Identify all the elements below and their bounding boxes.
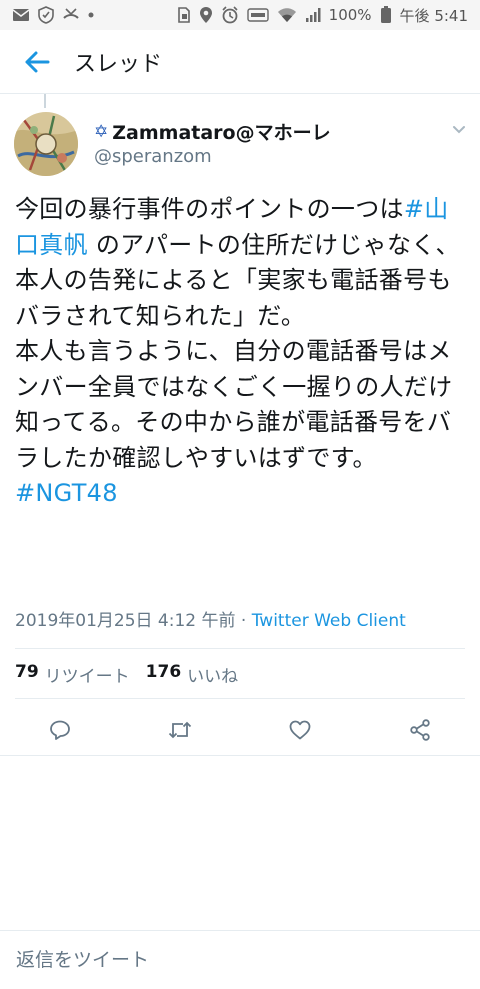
author-handle[interactable]: @speranzom <box>94 146 212 167</box>
chevron-down-icon <box>453 126 465 134</box>
star-of-david-icon: ✡ <box>94 121 109 142</box>
author-name-row[interactable]: ✡ Zammataro@マホーレ <box>94 118 331 145</box>
divider <box>15 648 465 649</box>
reply-button[interactable] <box>46 716 74 744</box>
clock: 午後 5:41 <box>399 6 468 25</box>
retweets-label: リツイート <box>44 667 130 687</box>
tweet-menu-button[interactable] <box>450 120 468 142</box>
app-header: スレッド <box>0 30 480 94</box>
reply-icon <box>50 720 70 740</box>
thread-connector <box>44 94 46 108</box>
reply-input[interactable] <box>14 931 458 989</box>
retweet-icon <box>168 721 192 739</box>
battery-icon <box>380 6 392 24</box>
status-left <box>12 6 94 24</box>
dot-icon <box>88 12 94 18</box>
tweet-meta: 2019年01月25日 4:12 午前 · Twitter Web Client <box>15 606 406 631</box>
missed-call-icon <box>62 6 80 24</box>
tweet-stats: 79 リツイート 176 いいね <box>15 662 238 687</box>
meta-separator: · <box>235 611 252 631</box>
retweet-button[interactable] <box>166 716 194 744</box>
alarm-icon <box>221 6 239 24</box>
signal-icon <box>305 7 321 23</box>
map-avatar-icon <box>14 112 78 176</box>
heart-icon <box>289 720 311 740</box>
tweet-paragraph-1: 今回の暴行事件のポイントの一つは#山口真帆 のアパートの住所だけじゃなく、本人の… <box>15 192 470 334</box>
divider <box>0 755 480 756</box>
volte-icon <box>246 8 269 22</box>
status-right: 100% 午後 5:41 <box>177 5 468 26</box>
hashtag-link[interactable]: #NGT48 <box>15 479 118 507</box>
likes-count: 176 <box>145 662 182 682</box>
battery-percent: 100% <box>328 6 372 24</box>
tweet-text-part-1: 今回の暴行事件のポイントの一つは <box>15 195 404 223</box>
page-title: スレッド <box>74 51 163 77</box>
reply-bar <box>0 930 480 989</box>
share-button[interactable] <box>406 716 434 744</box>
tweet-paragraph-3: #NGT48 <box>15 476 470 512</box>
sim-icon <box>177 7 191 23</box>
shield-icon <box>38 6 54 24</box>
tweet-client-link[interactable]: Twitter Web Client <box>252 611 406 631</box>
avatar[interactable] <box>14 112 78 176</box>
arrow-left-icon <box>25 51 50 72</box>
retweets-stat[interactable]: 79 リツイート <box>15 662 130 687</box>
status-bar: 100% 午後 5:41 <box>0 0 480 30</box>
wifi-icon <box>277 7 297 23</box>
tweet-text: 今回の暴行事件のポイントの一つは#山口真帆 のアパートの住所だけじゃなく、本人の… <box>15 192 470 512</box>
likes-label: いいね <box>187 667 239 687</box>
tweet-paragraph-2: 本人も言うように、自分の電話番号はメンバー全員ではなくごく一握りの人だけ知ってる… <box>15 337 453 472</box>
retweets-count: 79 <box>15 662 39 682</box>
share-icon <box>410 719 430 741</box>
likes-stat[interactable]: 176 いいね <box>146 662 239 687</box>
tweet-timestamp: 2019年01月25日 4:12 午前 <box>15 611 236 631</box>
tweet-actions <box>0 706 480 752</box>
like-button[interactable] <box>286 716 314 744</box>
mail-icon <box>12 8 30 22</box>
back-button[interactable] <box>0 30 74 94</box>
display-name: Zammataro@マホーレ <box>112 122 331 144</box>
divider <box>15 698 465 699</box>
location-icon <box>199 6 213 24</box>
